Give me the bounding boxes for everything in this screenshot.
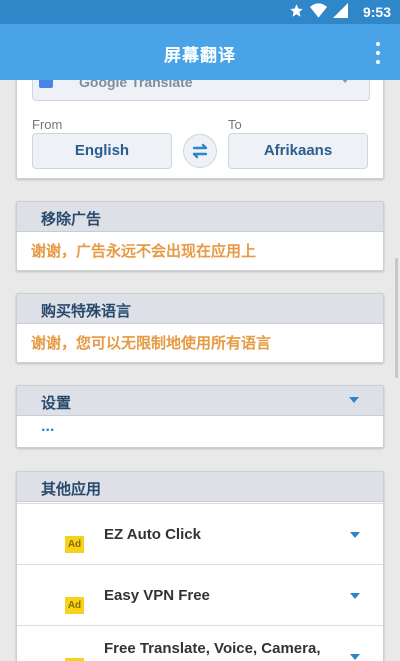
chevron-down-icon[interactable] <box>350 532 360 538</box>
settings-title: 设置 <box>41 395 72 412</box>
ad-badge: Ad <box>65 536 84 553</box>
to-language-button[interactable]: Afrikaans <box>228 133 368 169</box>
wifi-icon <box>310 3 327 18</box>
to-label: To <box>228 117 242 132</box>
card-header: 移除广告 <box>17 202 383 232</box>
app-name: Easy VPN Free <box>104 587 210 604</box>
signal-icon <box>333 3 348 18</box>
swap-languages-button[interactable] <box>183 134 217 168</box>
status-time: 9:53 <box>362 4 391 20</box>
swap-icon <box>192 143 208 159</box>
remove-ads-card[interactable]: 移除广告 谢谢，广告永远不会出现在应用上 <box>16 201 384 271</box>
translator-card: Google Translate From To English Afrikaa… <box>16 69 384 179</box>
app-name: EZ Auto Click <box>104 526 201 543</box>
app-title: 屏幕翻译 <box>164 46 236 65</box>
other-apps-header: 其他应用 <box>17 472 383 502</box>
app-list-item[interactable]: Ad Free Translate, Voice, Camera, <box>17 625 383 661</box>
remove-ads-title: 移除广告 <box>41 211 102 228</box>
other-apps-title: 其他应用 <box>41 481 102 498</box>
settings-ellipsis: ... <box>41 418 55 435</box>
status-icons <box>289 3 348 18</box>
chevron-down-icon <box>349 397 359 403</box>
other-apps-card: 其他应用 Ad EZ Auto Click Ad Easy VPN Free A… <box>16 471 384 661</box>
remove-ads-message: 谢谢，广告永远不会出现在应用上 <box>31 243 257 260</box>
star-icon <box>290 4 303 17</box>
card-header: 购买特殊语言 <box>17 294 383 324</box>
status-bar: 9:53 <box>0 0 400 24</box>
special-languages-card[interactable]: 购买特殊语言 谢谢，您可以无限制地使用所有语言 <box>16 293 384 363</box>
overflow-menu-icon[interactable] <box>370 42 386 64</box>
ad-badge: Ad <box>65 597 84 614</box>
chevron-down-icon[interactable] <box>350 654 360 660</box>
app-list-item[interactable]: Ad EZ Auto Click <box>17 503 383 564</box>
settings-card[interactable]: 设置 ... <box>16 385 384 448</box>
app-name: Free Translate, Voice, Camera, <box>104 640 321 657</box>
from-language-button[interactable]: English <box>32 133 172 169</box>
special-languages-title: 购买特殊语言 <box>41 303 132 320</box>
special-languages-message: 谢谢，您可以无限制地使用所有语言 <box>31 335 272 352</box>
app-bar: 屏幕翻译 <box>0 24 400 80</box>
scrollbar[interactable] <box>395 258 398 378</box>
app-list-item[interactable]: Ad Easy VPN Free <box>17 564 383 625</box>
settings-header[interactable]: 设置 <box>17 386 383 416</box>
from-label: From <box>32 117 63 132</box>
chevron-down-icon[interactable] <box>350 593 360 599</box>
